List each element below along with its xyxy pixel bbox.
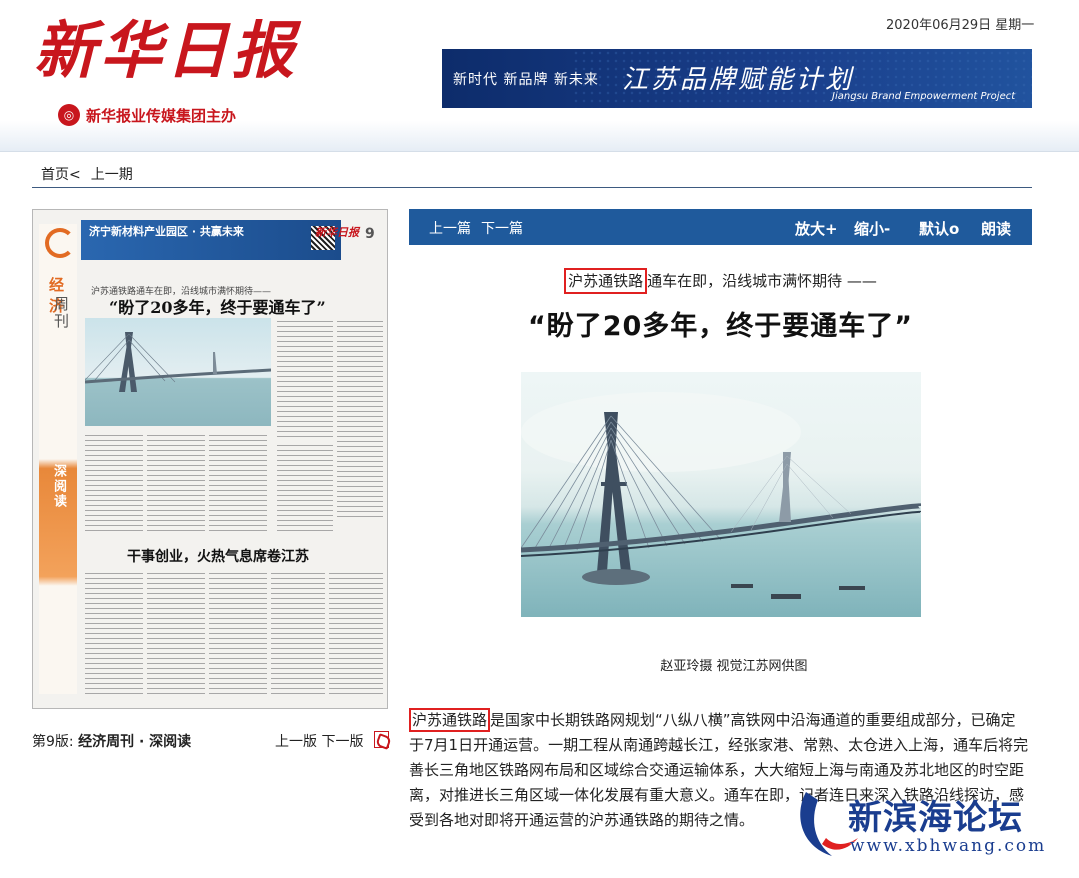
site-watermark: 新滨海论坛 www.xbhwang.com: [792, 784, 1079, 864]
read-aloud-button[interactable]: 朗读: [981, 218, 1011, 239]
body-highlight: 沪苏通铁路: [409, 708, 491, 732]
article-subtitle: 沪苏通铁路 通车在即，沿线城市满怀期待 ——: [409, 268, 1032, 294]
next-article-link[interactable]: 下一篇: [481, 218, 523, 238]
edition-label: 第9版: 经济周刊 · 深阅读: [32, 731, 191, 751]
article-bridge-photo[interactable]: [521, 372, 921, 617]
watermark-title: 新滨海论坛: [848, 798, 1023, 838]
banner-slogan: 新时代 新品牌 新未来: [453, 72, 599, 88]
thumb-text-col-10: [271, 570, 325, 698]
site-header: 新华日报 ◎ 新华报业传媒集团主办 2020年06月29日 星期一 新时代 新品…: [0, 0, 1079, 152]
pdf-download-icon[interactable]: [374, 731, 389, 748]
publisher-line: ◎ 新华报业传媒集团主办: [58, 104, 236, 126]
thumb-text-col-9: [209, 570, 267, 698]
edition-nav: 上一版 下一版: [275, 731, 363, 751]
thumb-text-col-3: [85, 432, 143, 532]
zoom-out-button[interactable]: 缩小-: [854, 218, 890, 239]
newspaper-page-thumbnail[interactable]: 经济 周刊 深阅读 济宁新材料产业园区 · 共赢未来 新华日报 9 沪苏通铁路通…: [32, 209, 388, 709]
thumb-side-subtitle: 周刊: [52, 296, 70, 330]
next-edition-link[interactable]: 下一版: [321, 734, 363, 750]
default-size-button[interactable]: 默认o: [919, 218, 959, 239]
edition-name[interactable]: 经济周刊 · 深阅读: [78, 734, 191, 750]
thumb-masthead: 新华日报: [315, 226, 359, 239]
thumb-side-band: 经济 周刊 深阅读: [39, 224, 77, 694]
thumb-page-number: 9: [365, 226, 375, 242]
brand-banner[interactable]: 新时代 新品牌 新未来 江苏品牌赋能计划 Jiangsu Brand Empow…: [442, 49, 1032, 108]
breadcrumb-prev-issue-link[interactable]: 上一期: [91, 164, 133, 184]
thumb-side-column: 深阅读: [51, 464, 66, 509]
thumb-headline: “盼了20多年，终于要通车了”: [109, 298, 326, 317]
watermark-url: www.xbhwang.com: [850, 836, 1047, 856]
prev-edition-link[interactable]: 上一版: [275, 734, 317, 750]
thumb-text-col-1: [277, 318, 333, 438]
thumb-ad-title: 济宁新材料产业园区 · 共赢未来: [89, 225, 244, 238]
thumb-text-col-7: [85, 570, 143, 698]
publisher-logo-icon: ◎: [58, 104, 80, 126]
article-title: “盼了20多年，终于要通车了”: [527, 311, 914, 342]
thumb-headline-2: 干事创业，火热气息席卷江苏: [127, 549, 309, 565]
breadcrumb-home-link[interactable]: 首页<: [41, 164, 81, 184]
prev-article-link[interactable]: 上一篇: [429, 218, 471, 238]
publisher-text: 新华报业传媒集团主办: [86, 106, 237, 125]
photo-caption: 赵亚玲摄 视觉江苏网供图: [660, 659, 808, 674]
edition-prefix: 第9版:: [32, 734, 74, 750]
thumb-bridge-photo: [85, 318, 271, 426]
thumb-text-col-2: [337, 318, 383, 518]
masthead-logo[interactable]: 新华日报: [34, 6, 298, 96]
thumb-text-col-5: [209, 432, 267, 532]
thumb-swirl-logo-icon: [45, 228, 75, 258]
thumb-text-col-4: [147, 432, 205, 532]
subtitle-rest: 通车在即，沿线城市满怀期待 ——: [647, 272, 877, 290]
banner-english: Jiangsu Brand Empowerment Project: [832, 91, 1016, 102]
thumb-text-col-11: [329, 570, 383, 698]
thumb-text-col-6: [277, 442, 333, 532]
thumb-text-col-8: [147, 570, 205, 698]
zoom-in-button[interactable]: 放大+: [795, 218, 838, 239]
banner-title: 江苏品牌赋能计划: [622, 65, 855, 95]
article-toolbar: 上一篇 下一篇 放大+ 缩小- 默认o 朗读: [409, 209, 1032, 245]
thumb-ad-block: 济宁新材料产业园区 · 共赢未来: [81, 220, 341, 260]
subtitle-highlight: 沪苏通铁路: [564, 268, 648, 294]
breadcrumb: 首页< 上一期: [32, 160, 1032, 188]
issue-date: 2020年06月29日 星期一: [886, 18, 1035, 33]
